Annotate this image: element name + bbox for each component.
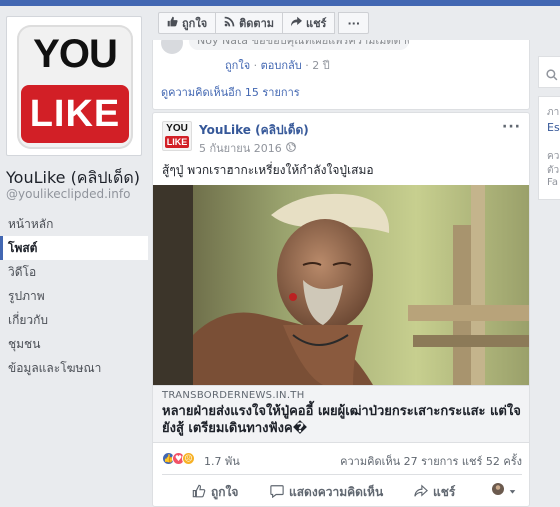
- language-panel: ภา Es คว ตัว Fa: [538, 96, 560, 200]
- post-date-text: 5 กันยายน 2016: [199, 142, 282, 155]
- post-actions: ถูกใจ แสดงความคิดเห็น แชร์: [162, 474, 522, 504]
- comment-label: แสดงความคิดเห็น: [289, 485, 384, 499]
- reaction-icons[interactable]: 👍 ♥ ☹: [162, 452, 195, 465]
- post-photo[interactable]: [153, 185, 529, 385]
- comment-meta: ถูกใจ · ตอบกลับ · 2 ปี: [225, 59, 330, 72]
- page-like-label: ถูกใจ: [182, 17, 208, 30]
- post-card: YOU LIKE YouLike (คลิปเด็ด) 5 กันยายน 20…: [152, 112, 530, 507]
- caret-down-icon: [509, 484, 516, 498]
- avatar-text-top: YOU: [166, 123, 188, 134]
- link-domain: TRANSBORDERNEWS.IN.TH: [162, 390, 305, 401]
- post-as-selector[interactable]: [492, 483, 516, 498]
- panel-line: ตัว: [547, 165, 560, 176]
- previous-post-card: Noy Nata ขอขอบคุณที่เผยแพร่ความเมตตาครับ…: [152, 40, 530, 110]
- link-title: หลายฝ่ายส่งแรงใจให้ปู่คออี้ เผยผู้เฒ่าป่…: [162, 404, 521, 436]
- panel-line: Fa: [547, 177, 558, 188]
- page-follow-label: ติดตาม: [239, 17, 274, 30]
- comment-time[interactable]: 2 ปี: [312, 59, 329, 72]
- page-like-button[interactable]: ถูกใจ: [158, 12, 217, 34]
- logo-text-bottom: LIKE: [21, 85, 129, 143]
- nav-item-photos[interactable]: รูปภาพ: [0, 284, 148, 308]
- page-follow-button[interactable]: ติดตาม: [215, 12, 283, 34]
- commenter-avatar[interactable]: [161, 40, 183, 54]
- nav-item-posts[interactable]: โพสต์: [0, 236, 148, 260]
- post-options-button[interactable]: ···: [502, 119, 521, 135]
- comment-button[interactable]: แสดงความคิดเห็น: [270, 483, 383, 502]
- page-share-button[interactable]: แชร์: [282, 12, 336, 34]
- panel-line: คว: [547, 151, 560, 162]
- rss-icon: [224, 16, 235, 30]
- page-share-label: แชร์: [306, 17, 327, 30]
- like-label: ถูกใจ: [211, 485, 239, 499]
- youlike-logo: YOU LIKE: [17, 25, 133, 149]
- share-arrow-icon: [414, 484, 428, 501]
- post-author-avatar[interactable]: YOU LIKE: [162, 121, 192, 151]
- comment-share-counts: ความคิดเห็น 27 รายการ แชร์ 52 ครั้ง: [340, 452, 522, 470]
- link-preview[interactable]: TRANSBORDERNEWS.IN.TH หลายฝ่ายส่งแรงใจให…: [153, 385, 529, 443]
- post-text: สู้ๆปู่ พวกเราฮากะเหรี่ยงให้กำลังใจปู่เส…: [162, 163, 374, 177]
- main-column: ถูกใจ ติดตาม แชร์ ··· Noy Nata ขอขอบคุณท…: [152, 6, 530, 507]
- left-sidebar: YOU LIKE YouLike (คลิปเด็ด) @youlikeclip…: [0, 6, 148, 507]
- right-sidebar: ภา Es คว ตัว Fa: [536, 6, 560, 507]
- reactions-count[interactable]: 1.7 พัน: [204, 452, 240, 470]
- like-button[interactable]: ถูกใจ: [192, 483, 238, 502]
- speech-bubble-icon: [270, 484, 284, 501]
- sad-reaction-icon: ☹: [182, 452, 195, 465]
- nav-item-home[interactable]: หน้าหลัก: [0, 212, 148, 236]
- shares-count[interactable]: แชร์ 52 ครั้ง: [462, 455, 522, 468]
- nav-item-videos[interactable]: วิดีโอ: [0, 260, 148, 284]
- elderly-man-photo: [153, 185, 529, 385]
- post-date[interactable]: 5 กันยายน 2016: [199, 139, 296, 157]
- comment-like-link[interactable]: ถูกใจ: [225, 59, 250, 72]
- post-author-name[interactable]: YouLike (คลิปเด็ด): [199, 121, 309, 140]
- avatar-text-bottom: LIKE: [165, 136, 189, 148]
- page-search-box[interactable]: [538, 56, 560, 88]
- logo-text-top: YOU: [33, 31, 118, 76]
- comments-count[interactable]: ความคิดเห็น 27 รายการ: [340, 455, 458, 468]
- thumbs-up-icon: [192, 484, 206, 501]
- share-button[interactable]: แชร์: [414, 483, 455, 502]
- page-more-button[interactable]: ···: [338, 12, 370, 34]
- thumbs-up-icon: [167, 16, 178, 30]
- page-profile-picture[interactable]: YOU LIKE: [6, 16, 142, 156]
- page-action-bar: ถูกใจ ติดตาม แชร์ ···: [158, 12, 370, 34]
- share-arrow-icon: [291, 16, 302, 30]
- post-stats: 👍 ♥ ☹ 1.7 พัน ความคิดเห็น 27 รายการ แชร์…: [162, 451, 522, 470]
- page-nav: หน้าหลัก โพสต์ วิดีโอ รูปภาพ เกี่ยวกับ ช…: [0, 212, 148, 380]
- view-more-comments-link[interactable]: ดูความคิดเห็นอีก 15 รายการ: [161, 83, 300, 101]
- user-avatar-icon: [492, 483, 504, 498]
- comment-reply-link[interactable]: ตอบกลับ: [261, 59, 302, 72]
- comment-bubble: Noy Nata ขอขอบคุณที่เผยแพร่ความเมตตาครับ…: [189, 40, 409, 50]
- nav-item-info-ads[interactable]: ข้อมูลและโฆษณา: [0, 356, 148, 380]
- search-icon: [546, 66, 558, 85]
- globe-icon: [285, 141, 296, 155]
- share-label: แชร์: [433, 485, 456, 499]
- panel-link[interactable]: Es: [547, 121, 560, 134]
- nav-item-about[interactable]: เกี่ยวกับ: [0, 308, 148, 332]
- panel-line: ภา: [547, 107, 560, 118]
- nav-item-community[interactable]: ชุมชน: [0, 332, 148, 356]
- page-handle[interactable]: @youlikeclipded.info: [6, 187, 130, 201]
